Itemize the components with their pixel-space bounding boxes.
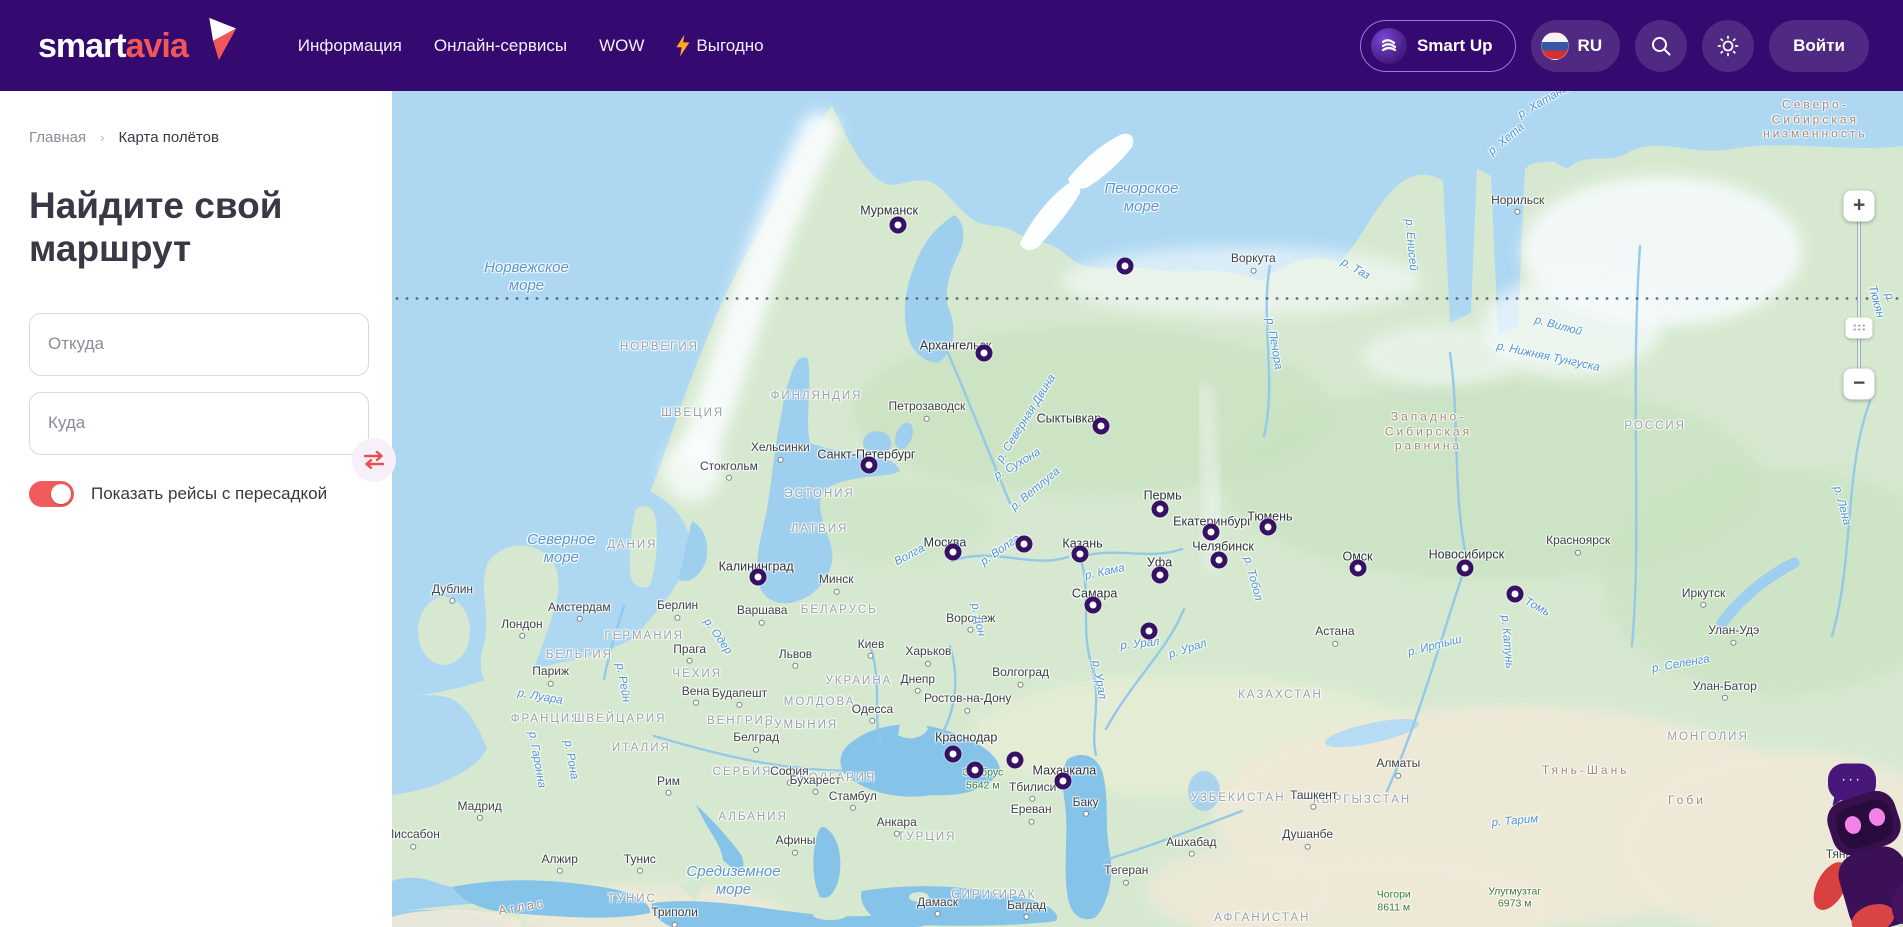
map-basemap	[392, 91, 1903, 927]
destination-marker-6[interactable]	[1202, 524, 1219, 541]
arctic-circle-line	[392, 297, 1903, 300]
destination-marker-5[interactable]	[1151, 501, 1168, 518]
destination-marker-11[interactable]	[1151, 567, 1168, 584]
breadcrumb-home-link[interactable]: Главная	[29, 129, 86, 146]
chat-dots-icon: ···	[1841, 779, 1862, 785]
flag-ru-icon	[1541, 32, 1569, 60]
transfer-flights-label: Показать рейсы с пересадкой	[91, 484, 327, 504]
nav-item-0[interactable]: Информация	[298, 36, 402, 56]
destination-marker-0[interactable]	[890, 216, 907, 233]
smart-up-label: Smart Up	[1417, 36, 1493, 56]
logo-text-avia: avia	[126, 27, 188, 65]
destination-marker-8[interactable]	[944, 543, 961, 560]
breadcrumb-current: Карта полётов	[118, 129, 219, 146]
theme-toggle-button[interactable]	[1702, 20, 1754, 72]
transfer-flights-toggle[interactable]	[29, 481, 74, 507]
page-title: Найдите свой маршрут	[29, 184, 329, 271]
toggle-knob	[51, 484, 71, 504]
flight-map[interactable]: + − ··· Печорское мореНорвежское мореСев…	[392, 91, 1903, 927]
paper-plane-icon	[192, 16, 238, 62]
destination-marker-3[interactable]	[1092, 418, 1109, 435]
destination-marker-2[interactable]	[976, 344, 993, 361]
language-label: RU	[1578, 36, 1603, 56]
swap-arrows-icon	[363, 451, 385, 469]
logo-text-smart: smart	[38, 27, 126, 65]
main-nav: Информация Онлайн-сервисы WOW Выгодно	[298, 35, 764, 57]
header: smartavia Информация Онлайн-сервисы WOW Выг…	[0, 0, 1903, 91]
chevron-right-icon: ›	[100, 130, 104, 145]
search-icon	[1650, 35, 1672, 57]
smart-up-button[interactable]: Smart Up	[1360, 20, 1516, 72]
breadcrumb: Главная › Карта полётов	[29, 129, 369, 146]
destination-marker-12[interactable]	[1210, 551, 1227, 568]
zoom-out-button[interactable]: −	[1844, 368, 1875, 399]
nav-item-2[interactable]: WOW	[599, 36, 644, 56]
destination-marker-16[interactable]	[1456, 560, 1473, 577]
destination-marker-21[interactable]	[1006, 751, 1023, 768]
destination-marker-18[interactable]	[1141, 623, 1158, 640]
zoom-slider-track[interactable]	[1857, 206, 1861, 384]
theme-sun-icon	[1716, 34, 1740, 58]
destination-marker-17[interactable]	[1506, 586, 1523, 603]
destination-marker-10[interactable]	[1071, 546, 1088, 563]
from-input[interactable]	[29, 313, 369, 376]
destination-marker-13[interactable]	[749, 568, 766, 585]
search-sidebar: Главная › Карта полётов Найдите свой мар…	[0, 91, 392, 927]
destination-marker-19[interactable]	[944, 745, 961, 762]
smart-up-logo-icon	[1371, 28, 1407, 64]
lightning-icon	[676, 35, 689, 57]
smartavia-logo[interactable]: smartavia	[38, 29, 238, 63]
language-switcher[interactable]: RU	[1531, 20, 1621, 72]
destination-marker-9[interactable]	[1015, 536, 1032, 553]
destination-marker-14[interactable]	[1085, 597, 1102, 614]
zoom-in-button[interactable]: +	[1844, 190, 1875, 221]
zoom-slider-handle[interactable]	[1846, 317, 1873, 338]
destination-marker-20[interactable]	[967, 761, 984, 778]
destination-marker-22[interactable]	[1054, 772, 1071, 789]
login-button[interactable]: Войти	[1769, 20, 1869, 72]
destination-marker-1[interactable]	[1116, 257, 1133, 274]
destination-marker-4[interactable]	[861, 456, 878, 473]
destination-marker-15[interactable]	[1349, 560, 1366, 577]
slider-grip-icon	[1852, 324, 1866, 332]
search-button[interactable]	[1635, 20, 1687, 72]
nav-item-3[interactable]: Выгодно	[676, 35, 763, 57]
destination-marker-7[interactable]	[1260, 519, 1277, 536]
to-input[interactable]	[29, 392, 369, 455]
robot-mascot[interactable]	[1813, 791, 1903, 927]
login-label: Войти	[1793, 36, 1845, 56]
nav-item-1[interactable]: Онлайн-сервисы	[434, 36, 567, 56]
swap-directions-button[interactable]	[352, 438, 396, 482]
